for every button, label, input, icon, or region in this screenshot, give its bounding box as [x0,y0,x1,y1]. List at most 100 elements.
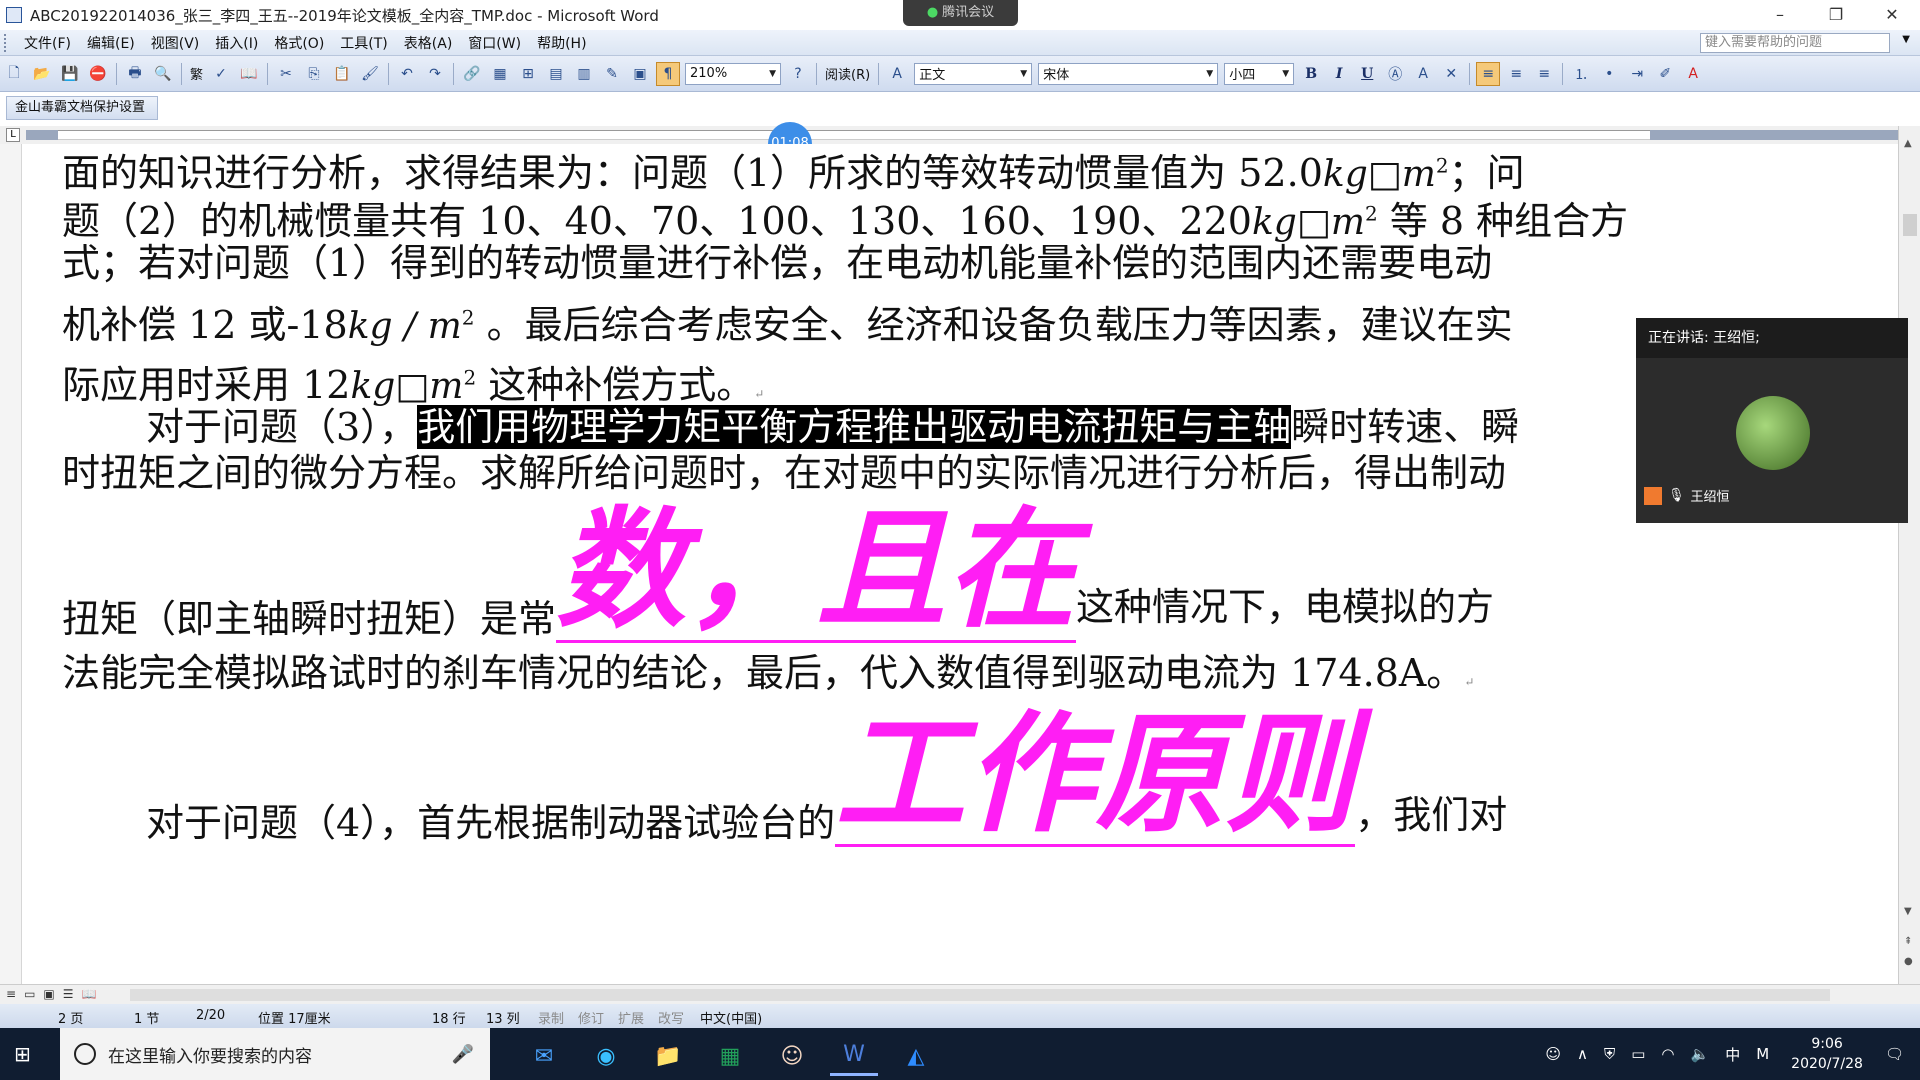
web-view-icon[interactable]: ▭ [24,987,35,1001]
save-icon[interactable]: 💾 [58,62,82,86]
show-hide-icon[interactable]: ¶ [656,61,681,86]
help-dropdown-icon[interactable]: ▼ [1902,34,1910,45]
style-select[interactable]: 正文 ▼ [914,62,1033,85]
menu-insert[interactable]: 插入(I) [207,33,266,53]
align-right-icon[interactable]: ≡ [1532,62,1556,86]
font-select[interactable]: 宋体 ▼ [1038,62,1219,85]
help-icon[interactable]: ? [786,62,810,86]
status-overtype[interactable]: 改写 [658,1008,684,1027]
scroll-down-icon[interactable]: ▼ [1904,906,1912,917]
numbering-icon[interactable]: ⒈ [1569,62,1593,86]
horizontal-ruler[interactable]: L [0,126,1920,144]
scrollbar-thumb[interactable] [1903,214,1917,236]
close-button[interactable]: ✕ [1864,0,1920,30]
indent-icon[interactable]: ⇥ [1625,62,1649,86]
scroll-up-icon[interactable]: ▲ [1904,138,1912,149]
character-shading-icon[interactable]: A [1411,62,1435,86]
menu-tools[interactable]: 工具(T) [332,33,395,53]
ime-indicator[interactable]: 中 [1725,1044,1740,1065]
notification-icon[interactable]: 🗨 [1885,1045,1904,1063]
horizontal-scroll-track[interactable] [130,989,1830,1001]
new-document-icon[interactable]: 🗋 [2,62,26,86]
vertical-scrollbar[interactable]: ▲ ▼ ⇞ ● [1898,126,1920,984]
meeting-status-pill[interactable]: ● 腾讯会议 [903,0,1018,26]
browse-object-icon[interactable]: ● [1904,956,1913,967]
previous-page-icon[interactable]: ⇞ [1904,936,1912,947]
word-app-icon[interactable] [6,7,22,23]
align-left-icon[interactable]: ≡ [1476,61,1501,86]
drawing-icon[interactable]: ✎ [600,62,624,86]
character-scale-icon[interactable]: ✕ [1439,62,1463,86]
jinshan-protect-toolbar[interactable]: 金山毒霸文档保护设置 [6,96,159,120]
tray-expand-icon[interactable]: ∧ [1577,1045,1588,1063]
font-color-icon[interactable]: A [1681,62,1705,86]
insert-table-icon[interactable]: ⊞ [516,62,540,86]
menu-view[interactable]: 视图(V) [143,33,208,53]
mail-app-icon[interactable]: ✉ [520,1036,568,1076]
bullets-icon[interactable]: • [1597,62,1621,86]
security-icon[interactable]: ⛨ [1604,1045,1615,1063]
excel-app-icon[interactable]: ▦ [706,1036,754,1076]
traditional-chinese-button[interactable]: 繁 [186,64,207,83]
cut-icon[interactable]: ✂ [274,62,298,86]
print-view-icon[interactable]: ▣ [43,987,54,1001]
menu-grip[interactable] [4,33,10,52]
menu-format[interactable]: 格式(O) [266,33,332,53]
status-extend[interactable]: 扩展 [618,1008,644,1027]
outline-view-icon[interactable]: ☰ [63,987,74,1001]
zoom-select[interactable]: 210% ▼ [685,62,782,85]
microphone-icon[interactable]: 🎤 [452,1044,474,1065]
underline-button[interactable]: U [1355,62,1379,86]
columns-icon[interactable]: ▥ [572,62,596,86]
permission-icon[interactable]: ⛔ [86,62,110,86]
taskbar-clock[interactable]: 9:06 2020/7/28 [1791,1034,1863,1074]
insert-excel-icon[interactable]: ▤ [544,62,568,86]
reading-view-icon[interactable]: 📖 [82,987,97,1001]
horizontal-scrollbar[interactable]: ≡ ▭ ▣ ☰ 📖 [0,984,1920,1004]
browser-app-icon[interactable]: ◉ [582,1036,630,1076]
character-border-icon[interactable]: Ⓐ [1383,62,1407,86]
menu-table[interactable]: 表格(A) [396,33,461,53]
document-map-icon[interactable]: ▣ [628,62,652,86]
align-center-icon[interactable]: ≡ [1504,62,1528,86]
battery-icon[interactable]: ▭ [1631,1045,1645,1063]
normal-view-icon[interactable]: ≡ [6,987,16,1001]
status-track-changes[interactable]: 修订 [578,1008,604,1027]
bold-button[interactable]: B [1299,62,1323,86]
status-record[interactable]: 录制 [538,1008,564,1027]
highlight-icon[interactable]: ✐ [1653,62,1677,86]
menu-window[interactable]: 窗口(W) [460,33,529,53]
people-icon[interactable]: ☺ [1545,1045,1561,1063]
menu-edit[interactable]: 编辑(E) [79,33,143,53]
hyperlink-icon[interactable]: 🔗 [460,62,484,86]
paste-icon[interactable]: 📋 [330,62,354,86]
spelling-icon[interactable]: ✓ [209,62,233,86]
user-app-icon[interactable]: ☺ [768,1036,816,1076]
wifi-icon[interactable]: ◠ [1661,1045,1674,1063]
redo-icon[interactable]: ↷ [423,62,447,86]
font-size-select[interactable]: 小四 ▼ [1224,62,1295,85]
print-preview-icon[interactable]: 🔍 [151,62,175,86]
print-icon[interactable]: 🖶 [123,62,147,86]
meeting-video-panel[interactable]: 正在讲话: 王绍恒; 🎙 王绍恒 [1636,318,1908,523]
styles-pane-icon[interactable]: A [885,62,909,86]
restore-button[interactable]: ❐ [1808,0,1864,30]
menu-help[interactable]: 帮助(H) [529,33,594,53]
minimize-button[interactable]: – [1752,0,1808,30]
ime-mode-indicator[interactable]: M [1756,1045,1769,1063]
format-painter-icon[interactable]: 🖌 [358,62,382,86]
word-app-taskbar-icon[interactable]: W [830,1036,878,1076]
tables-borders-icon[interactable]: ▦ [488,62,512,86]
research-icon[interactable]: 📖 [237,62,261,86]
windows-start-icon[interactable]: ⊞ [14,1042,38,1066]
tab-selector-icon[interactable]: L [6,128,20,142]
read-mode-button[interactable]: 阅读(R) [821,64,874,83]
italic-button[interactable]: I [1327,62,1351,86]
tencent-meeting-icon[interactable]: ◭ [892,1036,940,1076]
volume-icon[interactable]: 🔈 [1691,1045,1710,1063]
help-search-input[interactable]: 键入需要帮助的问题 [1700,33,1890,53]
document-page[interactable]: 面的知识进行分析，求得结果为：问题（1）所求的等效转动惯量值为 52.0kg□m… [22,144,1898,984]
undo-icon[interactable]: ↶ [395,62,419,86]
taskbar-search-box[interactable]: 在这里输入你要搜索的内容 🎤 [60,1028,490,1080]
copy-icon[interactable]: ⎘ [302,62,326,86]
